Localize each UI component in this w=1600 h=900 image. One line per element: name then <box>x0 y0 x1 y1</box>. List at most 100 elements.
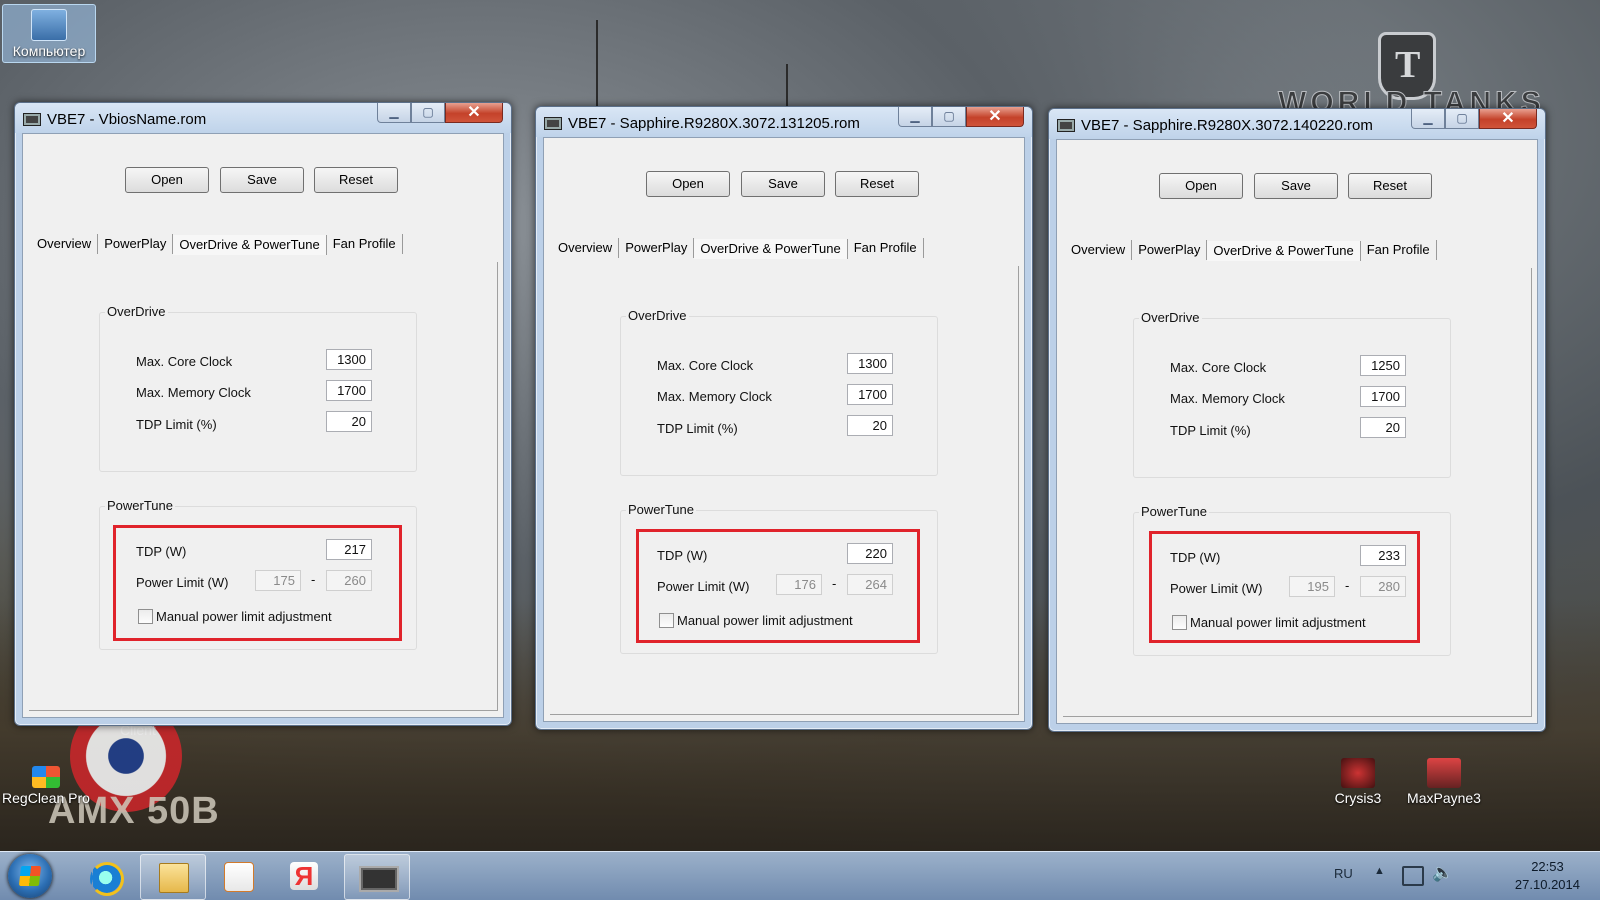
start-button[interactable] <box>8 854 52 898</box>
tab-fan-profile[interactable]: Fan Profile <box>1361 240 1437 260</box>
manual-power-limit-checkbox[interactable] <box>659 613 674 628</box>
antenna-decoration <box>786 64 788 110</box>
tab-overview[interactable]: Overview <box>1065 240 1133 260</box>
maximize-button[interactable]: ▢ <box>932 107 966 127</box>
show-hidden-icons-icon[interactable]: ▲ <box>1374 865 1385 877</box>
tdp-w-label: TDP (W) <box>657 548 708 563</box>
maximize-icon: ▢ <box>422 105 434 119</box>
minimize-icon: ▁ <box>1423 111 1433 125</box>
title-bar[interactable]: VBE7 - Sapphire.R9280X.3072.131205.rom ▁… <box>536 107 1032 137</box>
max-core-clock-field[interactable]: 1250 <box>1360 355 1406 376</box>
manual-power-limit-checkbox[interactable] <box>138 609 153 624</box>
max-memory-clock-label: Max. Memory Clock <box>1170 391 1285 406</box>
reset-button[interactable]: Reset <box>314 167 398 193</box>
desktop-icon-maxpayne[interactable]: MaxPayne3 <box>1398 756 1490 806</box>
max-memory-clock-label: Max. Memory Clock <box>136 385 251 400</box>
computer-icon <box>31 9 67 41</box>
desktop-icon-label: RegClean Pro <box>2 790 90 806</box>
bios-editor-icon <box>359 866 399 892</box>
close-icon: ✕ <box>988 108 1002 125</box>
maximize-button[interactable]: ▢ <box>1445 109 1479 129</box>
close-button[interactable]: ✕ <box>966 107 1024 127</box>
desktop-icon-regclean[interactable]: RegClean Pro <box>0 764 92 806</box>
taskbar-vbe7[interactable] <box>344 854 410 900</box>
open-button[interactable]: Open <box>646 171 730 197</box>
save-button[interactable]: Save <box>741 171 825 197</box>
desktop-icon-computer[interactable]: Компьютер <box>2 4 96 63</box>
window-title: VBE7 - Sapphire.R9280X.3072.131205.rom <box>568 115 860 132</box>
max-memory-clock-field[interactable]: 1700 <box>847 384 893 405</box>
manual-power-limit-label[interactable]: Manual power limit adjustment <box>156 609 332 624</box>
clock[interactable]: 22:53 27.10.2014 <box>1515 858 1580 894</box>
minimize-button[interactable]: ▁ <box>898 107 932 127</box>
tab-strip: Overview PowerPlay OverDrive & PowerTune… <box>1065 240 1437 262</box>
tab-fan-profile[interactable]: Fan Profile <box>848 238 924 258</box>
title-bar[interactable]: VBE7 - Sapphire.R9280X.3072.140220.rom ▁… <box>1049 109 1545 139</box>
tab-fan-profile[interactable]: Fan Profile <box>327 234 403 254</box>
save-button[interactable]: Save <box>1254 173 1338 199</box>
reset-button[interactable]: Reset <box>835 171 919 197</box>
tab-overview[interactable]: Overview <box>552 238 620 258</box>
save-button[interactable]: Save <box>220 167 304 193</box>
maximize-button[interactable]: ▢ <box>411 103 445 123</box>
open-button[interactable]: Open <box>125 167 209 193</box>
power-limit-min-field: 175 <box>255 570 301 591</box>
title-bar[interactable]: VBE7 - VbiosName.rom ▁ ▢ ✕ <box>15 103 511 133</box>
tab-overdrive-powertune[interactable]: OverDrive & PowerTune <box>1207 241 1361 261</box>
minimize-button[interactable]: ▁ <box>377 103 411 123</box>
tab-strip: Overview PowerPlay OverDrive & PowerTune… <box>552 238 924 260</box>
antenna-decoration <box>596 20 598 110</box>
taskbar: Я RU ▲ 🔈 22:53 27.10.2014 <box>0 851 1600 900</box>
power-limit-max-field: 280 <box>1360 576 1406 597</box>
taskbar-media-player[interactable] <box>206 854 270 898</box>
tab-powerplay[interactable]: PowerPlay <box>98 234 174 254</box>
open-button[interactable]: Open <box>1159 173 1243 199</box>
tab-overdrive-powertune[interactable]: OverDrive & PowerTune <box>173 235 327 255</box>
max-core-clock-field[interactable]: 1300 <box>326 349 372 370</box>
taskbar-ie[interactable] <box>72 854 136 898</box>
tdp-limit-field[interactable]: 20 <box>847 415 893 436</box>
tdp-limit-field[interactable]: 20 <box>1360 417 1406 438</box>
tab-overdrive-powertune[interactable]: OverDrive & PowerTune <box>694 239 848 259</box>
manual-power-limit-checkbox[interactable] <box>1172 615 1187 630</box>
manual-power-limit-label[interactable]: Manual power limit adjustment <box>1190 615 1366 630</box>
manual-power-limit-label[interactable]: Manual power limit adjustment <box>677 613 853 628</box>
vbe7-window-3: VBE7 - Sapphire.R9280X.3072.140220.rom ▁… <box>1048 108 1546 732</box>
tdp-w-field[interactable]: 220 <box>847 543 893 564</box>
tdp-w-field[interactable]: 233 <box>1360 545 1406 566</box>
network-icon[interactable] <box>1402 866 1424 886</box>
reset-button[interactable]: Reset <box>1348 173 1432 199</box>
tab-panel-border <box>1531 268 1532 717</box>
vbe7-app-icon <box>544 117 562 130</box>
max-core-clock-field[interactable]: 1300 <box>847 353 893 374</box>
tdp-limit-field[interactable]: 20 <box>326 411 372 432</box>
tdp-w-label: TDP (W) <box>136 544 187 559</box>
range-dash: - <box>832 576 837 591</box>
tab-powerplay[interactable]: PowerPlay <box>619 238 695 258</box>
tab-overview[interactable]: Overview <box>31 234 99 254</box>
max-memory-clock-field[interactable]: 1700 <box>1360 386 1406 407</box>
power-limit-label: Power Limit (W) <box>136 575 229 590</box>
max-core-clock-label: Max. Core Clock <box>136 354 233 369</box>
close-button[interactable]: ✕ <box>1479 109 1537 129</box>
max-core-clock-label: Max. Core Clock <box>657 358 754 373</box>
taskbar-yandex[interactable]: Я <box>272 854 336 898</box>
close-button[interactable]: ✕ <box>445 103 503 123</box>
window-client: Open Save Reset Overview PowerPlay OverD… <box>543 137 1025 722</box>
vbe7-app-icon <box>1057 119 1075 132</box>
language-indicator[interactable]: RU <box>1334 866 1353 881</box>
volume-icon[interactable]: 🔈 <box>1432 863 1453 883</box>
tab-powerplay[interactable]: PowerPlay <box>1132 240 1208 260</box>
desktop-icon-label: Компьютер <box>12 43 86 59</box>
vbe7-app-icon <box>23 113 41 126</box>
taskbar-explorer[interactable] <box>140 854 206 900</box>
power-limit-min-field: 195 <box>1289 576 1335 597</box>
desktop-icon-crysis[interactable]: Crysis3 <box>1330 756 1386 806</box>
range-dash: - <box>1345 578 1350 593</box>
overdrive-label: OverDrive <box>626 308 689 323</box>
tdp-w-field[interactable]: 217 <box>326 539 372 560</box>
minimize-button[interactable]: ▁ <box>1411 109 1445 129</box>
tdp-limit-label: TDP Limit (%) <box>136 417 217 432</box>
max-memory-clock-field[interactable]: 1700 <box>326 380 372 401</box>
tab-panel-bottom <box>1063 716 1532 717</box>
